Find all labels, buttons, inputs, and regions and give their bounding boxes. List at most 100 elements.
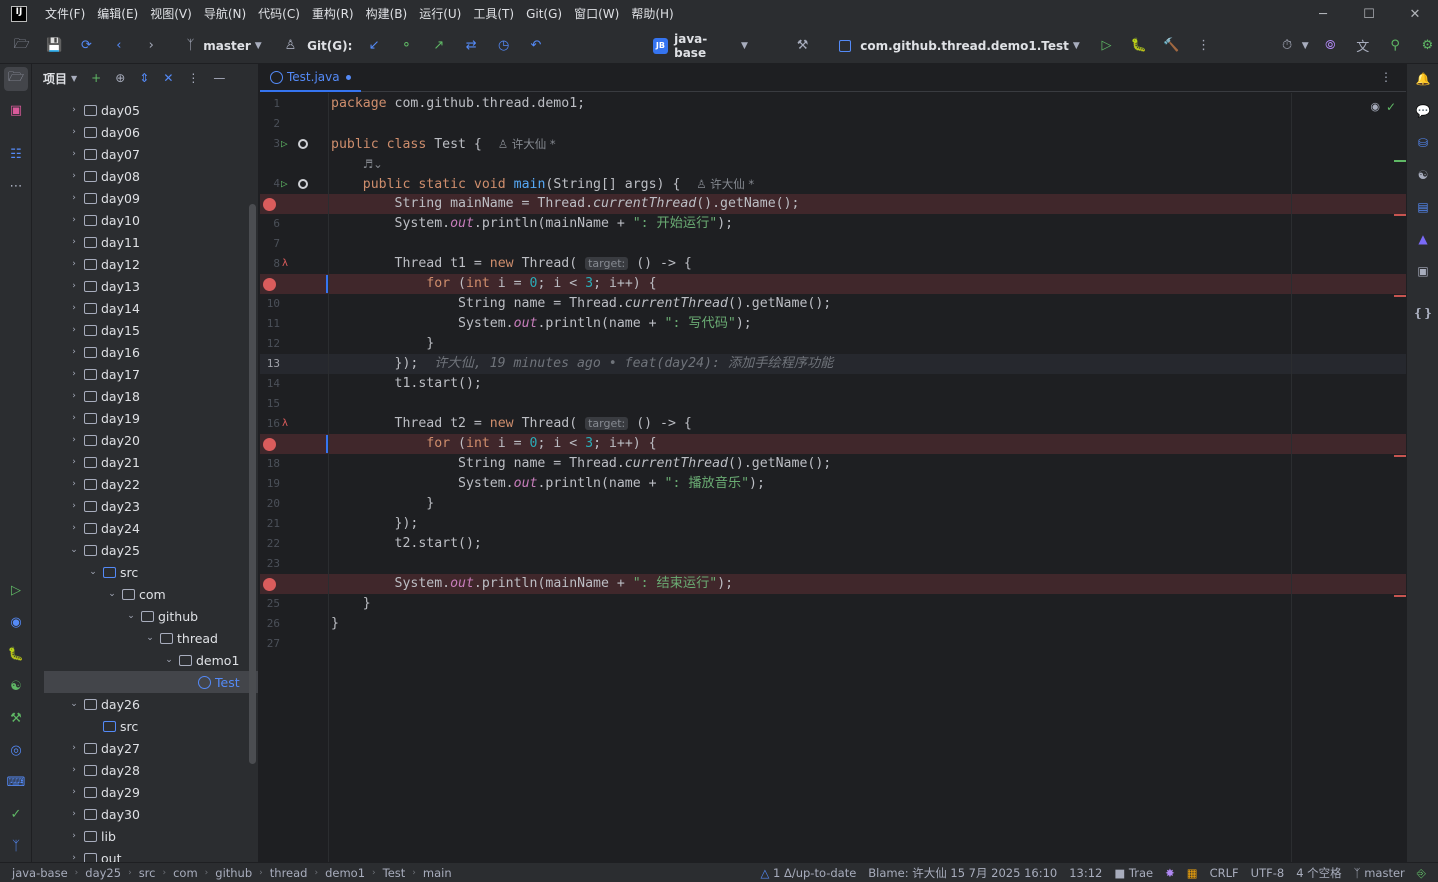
copilot-status-icon[interactable]: ✸ bbox=[1165, 866, 1175, 880]
tree-item[interactable]: ⌄ thread bbox=[32, 627, 258, 649]
tree-item[interactable]: › day22 bbox=[32, 473, 258, 495]
breakpoint-stripe[interactable] bbox=[1394, 455, 1406, 457]
tab-test-java[interactable]: Test.java bbox=[260, 64, 361, 92]
build-tool-icon[interactable]: ⚒ bbox=[4, 706, 28, 730]
code-with-me-icon[interactable]: ❴❵ bbox=[1412, 302, 1434, 324]
code-line[interactable]: ♬⌄ bbox=[260, 154, 1406, 174]
build-icon[interactable]: 🔨 bbox=[1161, 35, 1182, 57]
chevron-right-icon[interactable]: › bbox=[68, 369, 80, 379]
plugin-icon[interactable]: ▲ bbox=[1412, 228, 1434, 250]
menu-item[interactable]: 构建(B) bbox=[360, 0, 414, 28]
tree-item[interactable]: › day14 bbox=[32, 297, 258, 319]
chevron-right-icon[interactable]: › bbox=[68, 479, 80, 489]
tree-item[interactable]: › day10 bbox=[32, 209, 258, 231]
code-line[interactable]: 18 String name = Thread.currentThread().… bbox=[260, 454, 1406, 474]
hide-panel-icon[interactable]: — bbox=[213, 71, 225, 85]
breadcrumb-item[interactable]: github bbox=[215, 866, 252, 880]
code-text[interactable]: String mainName = Thread.currentThread()… bbox=[331, 194, 800, 214]
tree-item[interactable]: › day19 bbox=[32, 407, 258, 429]
tree-item[interactable]: › lib bbox=[32, 825, 258, 847]
vcs-status[interactable]: △ 1 Δ/up-to-date bbox=[760, 866, 856, 880]
code-line[interactable]: 26} bbox=[260, 614, 1406, 634]
close-button[interactable]: ✕ bbox=[1392, 0, 1438, 28]
collapse-all-icon[interactable]: ✕ bbox=[163, 71, 173, 85]
debug-icon[interactable]: 🐛 bbox=[1128, 35, 1149, 57]
code-line[interactable]: 10 String name = Thread.currentThread().… bbox=[260, 294, 1406, 314]
chevron-right-icon[interactable]: › bbox=[68, 149, 80, 159]
chevron-right-icon[interactable]: › bbox=[68, 237, 80, 247]
code-text[interactable]: Thread t2 = new Thread( target: () -> { bbox=[331, 414, 692, 434]
structure-tool-icon[interactable]: ☷ bbox=[4, 142, 28, 166]
git-push-icon[interactable]: ↗ bbox=[428, 35, 449, 57]
tree-item[interactable]: › day17 bbox=[32, 363, 258, 385]
code-line[interactable]: System.out.println(mainName + ": 结束运行"); bbox=[260, 574, 1406, 594]
chevron-down-icon[interactable]: ⌄ bbox=[68, 699, 80, 709]
add-icon[interactable]: + bbox=[91, 71, 101, 85]
code-line[interactable]: for (int i = 0; i < 3; i++) { bbox=[260, 434, 1406, 454]
locate-target-icon[interactable]: ⊕ bbox=[115, 71, 125, 85]
git-rollback-icon[interactable]: ↶ bbox=[525, 35, 546, 57]
code-text[interactable]: t2.start(); bbox=[331, 534, 482, 554]
expand-all-icon[interactable]: ⇕ bbox=[139, 71, 149, 85]
chevron-down-icon[interactable]: ⌄ bbox=[125, 611, 137, 621]
chevron-right-icon[interactable]: › bbox=[68, 259, 80, 269]
debug-tool-icon[interactable]: 🐛 bbox=[4, 642, 28, 666]
code-text[interactable]: for (int i = 0; i < 3; i++) { bbox=[331, 434, 656, 454]
implements-gutter-icon[interactable] bbox=[298, 179, 308, 189]
breadcrumb-item[interactable]: java-base bbox=[12, 866, 68, 880]
code-line[interactable]: 11 System.out.println(name + ": 写代码"); bbox=[260, 314, 1406, 334]
inspection-stripe[interactable] bbox=[1394, 160, 1406, 162]
chevron-down-icon[interactable]: ⌄ bbox=[144, 633, 156, 643]
intellij-logo-icon[interactable]: IJ bbox=[11, 6, 27, 22]
git-user-icon[interactable]: ♙ bbox=[280, 35, 301, 57]
git-update-icon[interactable]: ↙ bbox=[363, 35, 384, 57]
database-icon[interactable]: ⛁ bbox=[1412, 132, 1434, 154]
code-text[interactable]: for (int i = 0; i < 3; i++) { bbox=[331, 274, 656, 294]
chevron-right-icon[interactable]: › bbox=[68, 325, 80, 335]
code-text[interactable]: public static void main(String[] args) {… bbox=[331, 174, 754, 195]
code-line[interactable]: 2 bbox=[260, 114, 1406, 134]
code-text[interactable]: package com.github.thread.demo1; bbox=[331, 94, 585, 114]
code-text[interactable]: } bbox=[331, 334, 434, 354]
blame-info[interactable]: Blame: 许大仙 15 7月 2025 16:10 bbox=[868, 865, 1057, 881]
chevron-right-icon[interactable]: › bbox=[68, 501, 80, 511]
more-tools-icon[interactable]: ⋯ bbox=[4, 174, 28, 198]
code-line[interactable]: 3 ▷ public class Test { ♙ 许大仙 * bbox=[260, 134, 1406, 154]
chevron-right-icon[interactable]: › bbox=[68, 809, 80, 819]
tree-item[interactable]: › day20 bbox=[32, 429, 258, 451]
menu-item[interactable]: 代码(C) bbox=[252, 0, 306, 28]
tree-item[interactable]: ⌄ github bbox=[32, 605, 258, 627]
tree-item[interactable]: › day16 bbox=[32, 341, 258, 363]
code-line[interactable]: 19 System.out.println(name + ": 播放音乐"); bbox=[260, 474, 1406, 494]
back-icon[interactable]: ‹ bbox=[108, 35, 129, 57]
maximize-button[interactable]: ☐ bbox=[1346, 0, 1392, 28]
breakpoint-stripe[interactable] bbox=[1394, 595, 1406, 597]
breadcrumb-item[interactable]: demo1 bbox=[325, 866, 365, 880]
code-text[interactable]: } bbox=[331, 594, 371, 614]
minimize-button[interactable]: ─ bbox=[1300, 0, 1346, 28]
project-selector[interactable]: JB java-base ▼ bbox=[652, 32, 748, 60]
problems-check-icon[interactable]: ✓ bbox=[4, 802, 28, 826]
menu-item[interactable]: 视图(V) bbox=[144, 0, 198, 28]
code-line[interactable]: 14 t1.start(); bbox=[260, 374, 1406, 394]
code-text[interactable]: }); bbox=[331, 514, 419, 534]
code-text[interactable]: public class Test { ♙ 许大仙 * bbox=[331, 134, 556, 155]
tree-item[interactable]: ⌄ day25 bbox=[32, 539, 258, 561]
code-text[interactable]: String name = Thread.currentThread().get… bbox=[331, 454, 831, 474]
code-line[interactable]: 8λ Thread t1 = new Thread( target: () ->… bbox=[260, 254, 1406, 274]
endpoints-tool-icon[interactable]: ◎ bbox=[4, 738, 28, 762]
code-line[interactable]: 4 ▷ public static void main(String[] args… bbox=[260, 174, 1406, 194]
hammer-build-icon[interactable]: ⚒ bbox=[792, 35, 813, 57]
branch-selector[interactable]: master bbox=[203, 39, 251, 53]
git-branch-status[interactable]: ᛉ master bbox=[1354, 866, 1405, 880]
chevron-down-icon[interactable]: ⌄ bbox=[68, 545, 80, 555]
breakpoint-icon[interactable] bbox=[263, 578, 276, 591]
code-text[interactable]: ♬⌄ bbox=[331, 154, 383, 175]
options-icon[interactable]: ⋮ bbox=[187, 71, 199, 85]
line-separator[interactable]: CRLF bbox=[1210, 866, 1239, 880]
code-line[interactable]: 20 } bbox=[260, 494, 1406, 514]
chevron-down-icon[interactable]: ▼ bbox=[71, 74, 77, 83]
run-config-selector[interactable]: com.github.thread.demo1.Test ▼ bbox=[839, 39, 1080, 53]
run-gutter-icon[interactable]: ▷ bbox=[281, 134, 288, 154]
tree-scrollbar[interactable] bbox=[249, 204, 256, 764]
